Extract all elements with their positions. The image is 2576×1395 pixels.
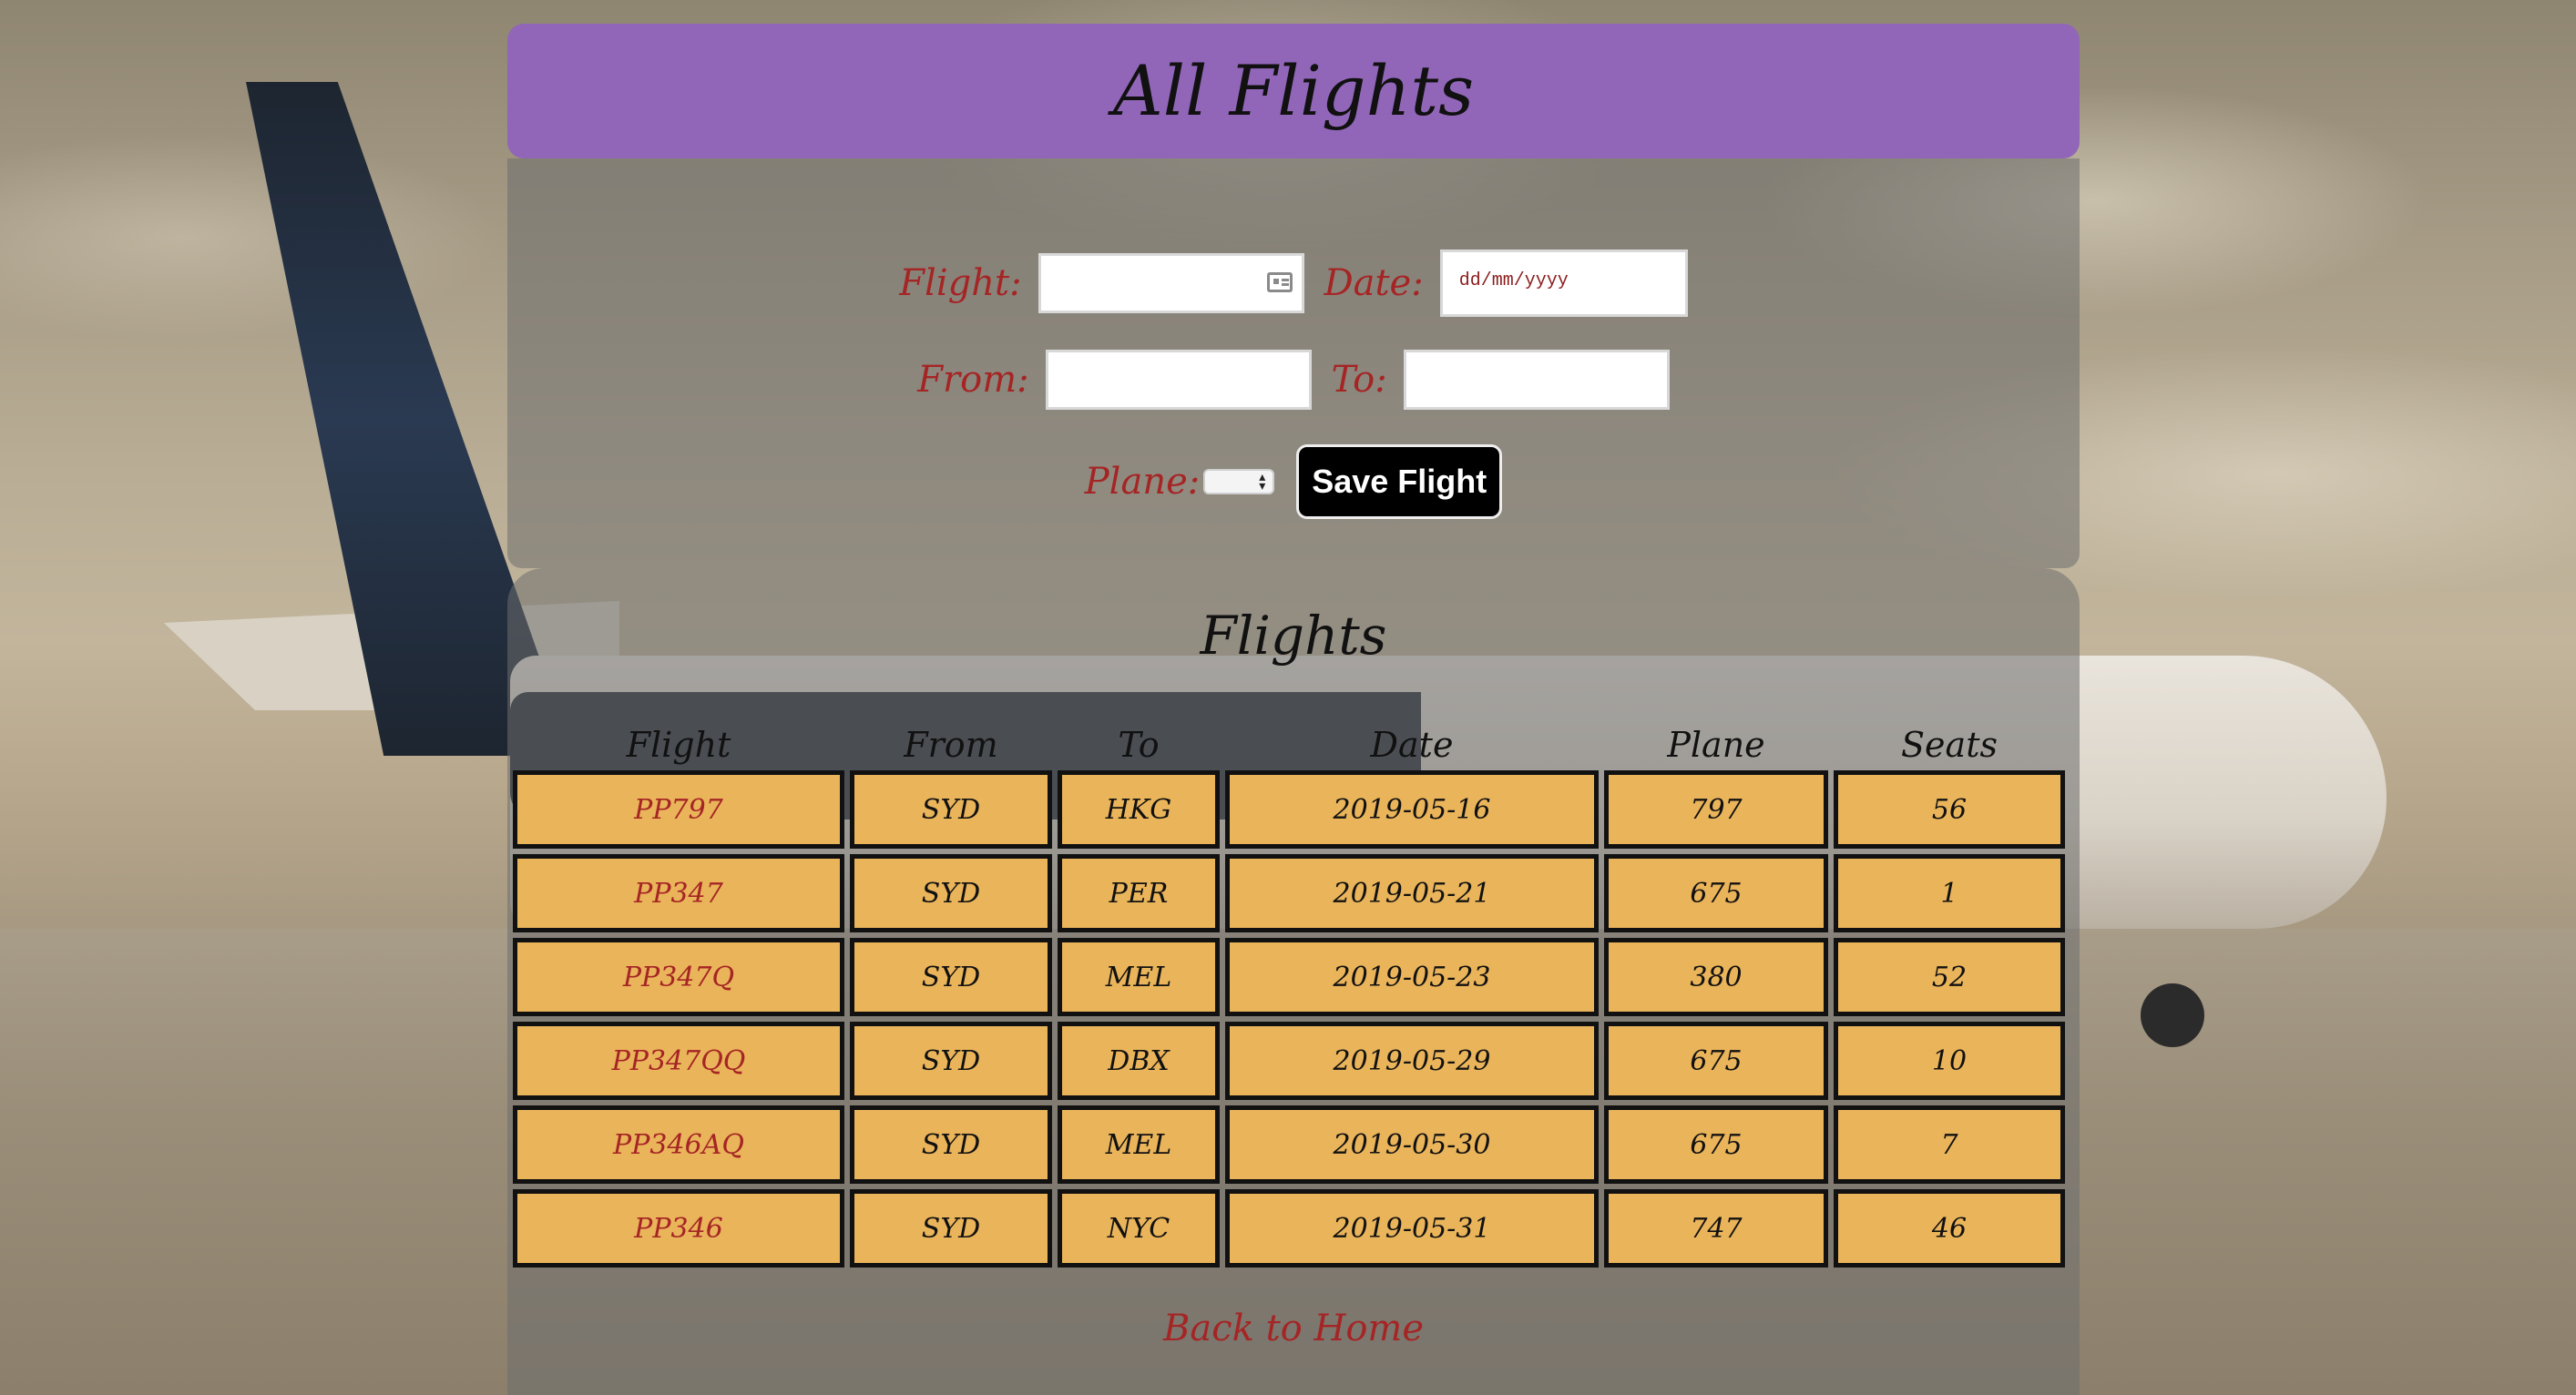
flights-heading: Flights [1200,605,1387,667]
date-input[interactable]: dd/mm/yyyy [1439,249,1688,317]
from-cell: SYD [850,854,1052,932]
seats-cell: 7 [1834,1105,2065,1184]
table-row: PP347Q SYD MEL 2019-05-23 380 52 [513,938,2065,1016]
form-row-from-to: From: To: [507,350,2080,410]
date-label: Date: [1324,262,1424,304]
flights-table: Flight From To Date Plane Seats PP797 SY… [507,714,2070,1273]
seats-cell: 10 [1834,1022,2065,1100]
plane-label: Plane: [1084,461,1201,503]
form-row-flight-date: Flight: Date: dd/mm/yyyy [507,249,2080,317]
table-row: PP347 SYD PER 2019-05-21 675 1 [513,854,2065,932]
table-header-row: Flight From To Date Plane Seats [513,719,2065,765]
seats-cell: 1 [1834,854,2065,932]
select-arrows-icon: ▴ ▾ [1259,470,1266,494]
contact-card-icon[interactable] [1266,272,1293,292]
flight-link[interactable]: PP347Q [513,938,844,1016]
to-cell: NYC [1058,1189,1220,1268]
plane-cell: 797 [1604,770,1828,849]
date-placeholder: dd/mm/yyyy [1458,270,1569,291]
table-row: PP347QQ SYD DBX 2019-05-29 675 10 [513,1022,2065,1100]
flight-form: Flight: Date: dd/mm/yyyy From: To: Plane… [507,158,2080,568]
column-header-to: To [1118,725,1160,765]
flight-label: Flight: [899,262,1022,304]
from-cell: SYD [850,1105,1052,1184]
plane-cell: 675 [1604,1022,1828,1100]
flight-input[interactable] [1038,253,1304,313]
plane-cell: 675 [1604,854,1828,932]
column-header-plane: Plane [1667,725,1765,765]
to-cell: MEL [1058,1105,1220,1184]
plane-select[interactable]: ▴ ▾ [1203,469,1275,494]
back-to-home-link[interactable]: Back to Home [507,1308,2080,1349]
date-cell: 2019-05-29 [1225,1022,1599,1100]
flight-link[interactable]: PP797 [513,770,844,849]
column-header-date: Date [1370,725,1454,765]
plane-cell: 380 [1604,938,1828,1016]
seats-cell: 56 [1834,770,2065,849]
to-input[interactable] [1403,350,1670,410]
from-cell: SYD [850,938,1052,1016]
flights-section: Flights Flight From To Date Plane Seats … [507,568,2080,1395]
date-cell: 2019-05-21 [1225,854,1599,932]
flight-link[interactable]: PP346AQ [513,1105,844,1184]
flight-link[interactable]: PP347QQ [513,1022,844,1100]
to-cell: PER [1058,854,1220,932]
plane-cell: 747 [1604,1189,1828,1268]
table-row: PP346 SYD NYC 2019-05-31 747 46 [513,1189,2065,1268]
date-cell: 2019-05-30 [1225,1105,1599,1184]
to-cell: HKG [1058,770,1220,849]
flight-link[interactable]: PP347 [513,854,844,932]
to-cell: DBX [1058,1022,1220,1100]
save-flight-button[interactable]: Save Flight [1296,444,1503,519]
column-header-from: From [904,725,998,765]
to-cell: MEL [1058,938,1220,1016]
page-title: All Flights [1112,50,1475,131]
page-header: All Flights [507,24,2080,158]
form-row-plane: Plane: ▴ ▾ Save Flight [507,444,2080,519]
column-header-seats: Seats [1901,725,1998,765]
seats-cell: 52 [1834,938,2065,1016]
page-container: All Flights Flight: Date: dd/mm/yyyy Fro… [507,0,2080,1395]
date-cell: 2019-05-16 [1225,770,1599,849]
flight-link[interactable]: PP346 [513,1189,844,1268]
date-cell: 2019-05-31 [1225,1189,1599,1268]
landing-gear [2141,983,2204,1047]
from-label: From: [917,359,1029,401]
from-cell: SYD [850,1189,1052,1268]
to-label: To: [1331,359,1387,401]
from-cell: SYD [850,1022,1052,1100]
from-cell: SYD [850,770,1052,849]
seats-cell: 46 [1834,1189,2065,1268]
column-header-flight: Flight [626,725,731,765]
plane-cell: 675 [1604,1105,1828,1184]
date-cell: 2019-05-23 [1225,938,1599,1016]
from-input[interactable] [1045,350,1312,410]
table-row: PP346AQ SYD MEL 2019-05-30 675 7 [513,1105,2065,1184]
table-row: PP797 SYD HKG 2019-05-16 797 56 [513,770,2065,849]
